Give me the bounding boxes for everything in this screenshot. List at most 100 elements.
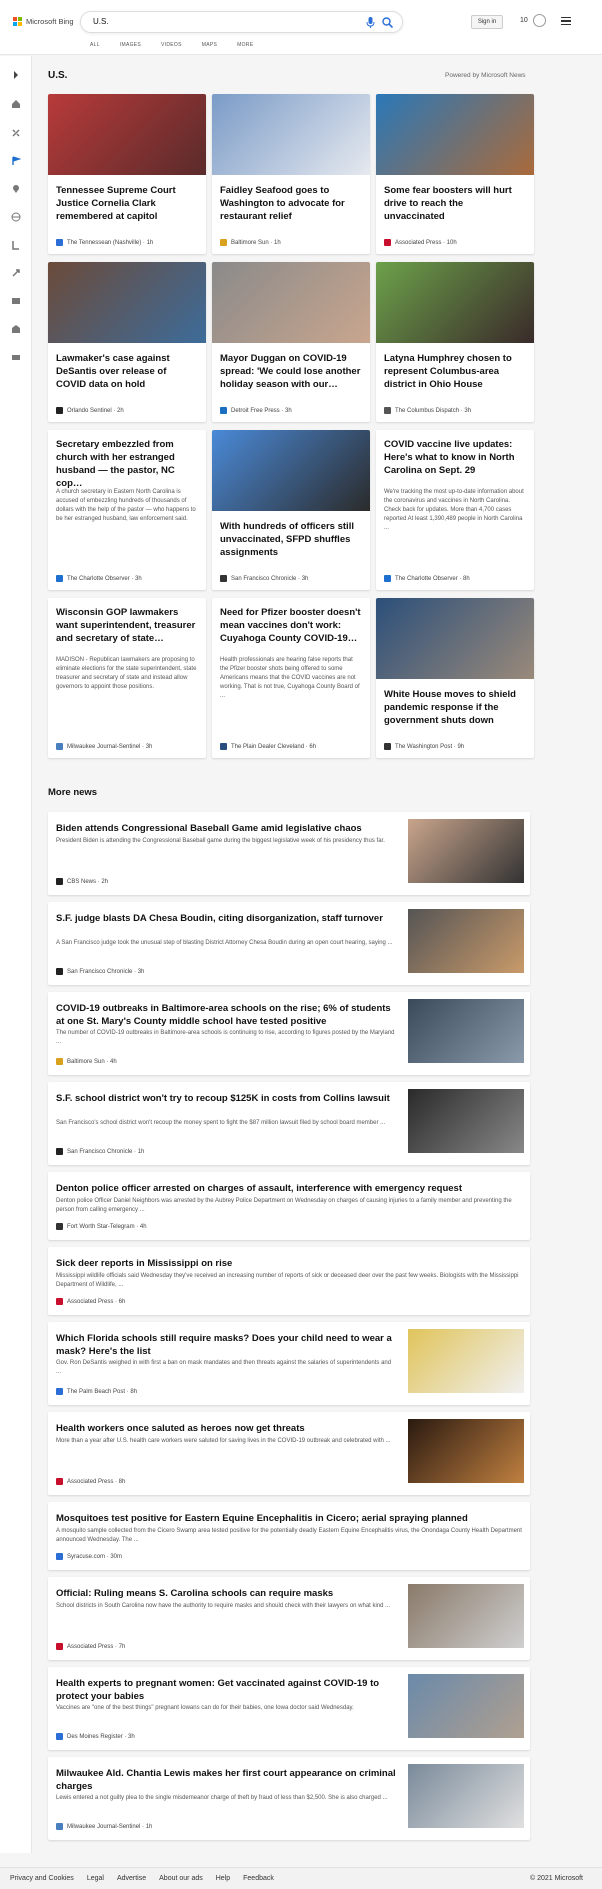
news-card[interactable]: Tennessee Supreme Court Justice Cornelia… bbox=[48, 94, 206, 254]
news-card-title[interactable]: Some fear boosters will hurt drive to re… bbox=[384, 184, 526, 223]
more-news-title[interactable]: Which Florida schools still require mask… bbox=[56, 1332, 396, 1358]
more-news-title[interactable]: Mosquitoes test positive for Eastern Equ… bbox=[56, 1512, 522, 1525]
footer-link-privacy[interactable]: Privacy and Cookies bbox=[10, 1875, 74, 1882]
search-icon[interactable] bbox=[382, 17, 393, 28]
more-news-item[interactable]: Mosquitoes test positive for Eastern Equ… bbox=[48, 1502, 530, 1570]
more-news-thumbnail[interactable] bbox=[408, 1329, 524, 1393]
publisher-logo-icon bbox=[384, 239, 391, 246]
more-news-title[interactable]: S.F. school district won't try to recoup… bbox=[56, 1092, 396, 1105]
news-card[interactable]: Faidley Seafood goes to Washington to ad… bbox=[212, 94, 370, 254]
news-card[interactable]: Mayor Duggan on COVID-19 spread: 'We cou… bbox=[212, 262, 370, 422]
more-news-thumbnail[interactable] bbox=[408, 819, 524, 883]
news-card[interactable]: Wisconsin GOP lawmakers want superintend… bbox=[48, 598, 206, 758]
more-news-item[interactable]: Biden attends Congressional Baseball Gam… bbox=[48, 812, 530, 895]
news-card-title[interactable]: Wisconsin GOP lawmakers want superintend… bbox=[56, 606, 198, 645]
news-card-title[interactable]: Tennessee Supreme Court Justice Cornelia… bbox=[56, 184, 198, 223]
more-news-title[interactable]: Health experts to pregnant women: Get va… bbox=[56, 1677, 396, 1703]
science-icon[interactable] bbox=[11, 268, 21, 278]
rewards-trophy-icon[interactable] bbox=[533, 14, 546, 27]
more-news-thumbnail[interactable] bbox=[408, 1674, 524, 1738]
news-card[interactable]: Latyna Humphrey chosen to represent Colu… bbox=[376, 262, 534, 422]
news-card-title[interactable]: Need for Pfizer booster doesn't mean vac… bbox=[220, 606, 362, 645]
more-news-title[interactable]: COVID-19 outbreaks in Baltimore-area sch… bbox=[56, 1002, 396, 1028]
money-icon[interactable] bbox=[11, 352, 21, 362]
news-card[interactable]: Secretary embezzled from church with her… bbox=[48, 430, 206, 590]
bing-logo[interactable]: Microsoft Bing bbox=[13, 17, 74, 26]
news-card[interactable]: COVID vaccine live updates: Here's what … bbox=[376, 430, 534, 590]
tab-images[interactable]: IMAGES bbox=[120, 42, 141, 48]
search-tabs: ALL IMAGES VIDEOS MAPS MORE bbox=[90, 42, 253, 48]
menu-icon[interactable] bbox=[561, 17, 571, 26]
news-card-title[interactable]: Latyna Humphrey chosen to represent Colu… bbox=[384, 352, 526, 391]
tab-more[interactable]: MORE bbox=[237, 42, 253, 48]
more-news-item[interactable]: COVID-19 outbreaks in Baltimore-area sch… bbox=[48, 992, 530, 1075]
news-card[interactable]: Lawmaker's case against DeSantis over re… bbox=[48, 262, 206, 422]
news-card-title[interactable]: Lawmaker's case against DeSantis over re… bbox=[56, 352, 198, 391]
more-news-thumbnail[interactable] bbox=[408, 909, 524, 973]
world-icon[interactable] bbox=[11, 212, 21, 222]
search-box[interactable]: U.S. bbox=[80, 11, 403, 33]
more-news-title[interactable]: Sick deer reports in Mississippi on rise bbox=[56, 1257, 522, 1270]
sign-in-button[interactable]: Sign in bbox=[471, 15, 503, 29]
tab-all[interactable]: ALL bbox=[90, 42, 100, 48]
news-card-image[interactable] bbox=[48, 262, 206, 343]
more-news-item[interactable]: Milwaukee Ald. Chantia Lewis makes her f… bbox=[48, 1757, 530, 1840]
more-news-thumbnail[interactable] bbox=[408, 1764, 524, 1828]
more-news-thumbnail[interactable] bbox=[408, 999, 524, 1063]
news-card-title[interactable]: COVID vaccine live updates: Here's what … bbox=[384, 438, 526, 477]
more-news-thumbnail[interactable] bbox=[408, 1089, 524, 1153]
more-news-item[interactable]: Which Florida schools still require mask… bbox=[48, 1322, 530, 1405]
more-news-item[interactable]: Health experts to pregnant women: Get va… bbox=[48, 1667, 530, 1750]
news-card-title[interactable]: Mayor Duggan on COVID-19 spread: 'We cou… bbox=[220, 352, 362, 391]
more-news-item[interactable]: Health workers once saluted as heroes no… bbox=[48, 1412, 530, 1495]
collapse-arrow-icon[interactable] bbox=[11, 70, 21, 80]
business-icon[interactable] bbox=[11, 324, 21, 334]
news-card-image[interactable] bbox=[212, 94, 370, 175]
more-news-item[interactable]: S.F. school district won't try to recoup… bbox=[48, 1082, 530, 1165]
more-news-item[interactable]: Denton police officer arrested on charge… bbox=[48, 1172, 530, 1240]
flag-icon[interactable] bbox=[11, 156, 21, 166]
more-news-item[interactable]: Sick deer reports in Mississippi on rise… bbox=[48, 1247, 530, 1315]
more-news-thumbnail[interactable] bbox=[408, 1419, 524, 1483]
news-card-title[interactable]: White House moves to shield pandemic res… bbox=[384, 688, 526, 727]
entertainment-icon[interactable] bbox=[11, 296, 21, 306]
news-card-image[interactable] bbox=[376, 598, 534, 679]
news-card-image[interactable] bbox=[376, 94, 534, 175]
rewards-count[interactable]: 10 bbox=[520, 17, 528, 24]
more-news-title[interactable]: Milwaukee Ald. Chantia Lewis makes her f… bbox=[56, 1767, 396, 1793]
microphone-icon[interactable] bbox=[366, 17, 375, 28]
footer-link-about-ads[interactable]: About our ads bbox=[159, 1875, 203, 1882]
discover-icon[interactable] bbox=[11, 128, 21, 138]
powered-by[interactable]: Powered by Microsoft News bbox=[445, 72, 526, 79]
more-news-item[interactable]: S.F. judge blasts DA Chesa Boudin, citin… bbox=[48, 902, 530, 985]
news-card-title[interactable]: With hundreds of officers still unvaccin… bbox=[220, 520, 362, 559]
footer-link-advertise[interactable]: Advertise bbox=[117, 1875, 146, 1882]
news-card-title[interactable]: Faidley Seafood goes to Washington to ad… bbox=[220, 184, 362, 223]
news-card-image[interactable] bbox=[376, 262, 534, 343]
news-card[interactable]: With hundreds of officers still unvaccin… bbox=[212, 430, 370, 590]
news-card[interactable]: White House moves to shield pandemic res… bbox=[376, 598, 534, 758]
news-card-title[interactable]: Secretary embezzled from church with her… bbox=[56, 438, 198, 490]
news-card-image[interactable] bbox=[212, 430, 370, 511]
more-news-thumbnail[interactable] bbox=[408, 1584, 524, 1648]
more-news-title[interactable]: Health workers once saluted as heroes no… bbox=[56, 1422, 396, 1435]
news-card[interactable]: Need for Pfizer booster doesn't mean vac… bbox=[212, 598, 370, 758]
news-card-image[interactable] bbox=[212, 262, 370, 343]
more-news-title[interactable]: Denton police officer arrested on charge… bbox=[56, 1182, 522, 1195]
tab-videos[interactable]: VIDEOS bbox=[161, 42, 182, 48]
tech-icon[interactable] bbox=[11, 240, 21, 250]
more-news-title[interactable]: S.F. judge blasts DA Chesa Boudin, citin… bbox=[56, 912, 396, 925]
more-news-snippet: Gov. Ron DeSantis weighed in with first … bbox=[56, 1360, 392, 1375]
news-card-image[interactable] bbox=[48, 94, 206, 175]
footer-link-feedback[interactable]: Feedback bbox=[243, 1875, 274, 1882]
location-icon[interactable] bbox=[11, 184, 21, 194]
tab-maps[interactable]: MAPS bbox=[202, 42, 217, 48]
news-card[interactable]: Some fear boosters will hurt drive to re… bbox=[376, 94, 534, 254]
footer-link-help[interactable]: Help bbox=[216, 1875, 230, 1882]
more-news-item[interactable]: Official: Ruling means S. Carolina schoo… bbox=[48, 1577, 530, 1660]
more-news-title[interactable]: Official: Ruling means S. Carolina schoo… bbox=[56, 1587, 396, 1600]
search-input[interactable]: U.S. bbox=[93, 17, 109, 26]
footer-link-legal[interactable]: Legal bbox=[87, 1875, 104, 1882]
home-icon[interactable] bbox=[11, 99, 21, 109]
more-news-title[interactable]: Biden attends Congressional Baseball Gam… bbox=[56, 822, 396, 835]
